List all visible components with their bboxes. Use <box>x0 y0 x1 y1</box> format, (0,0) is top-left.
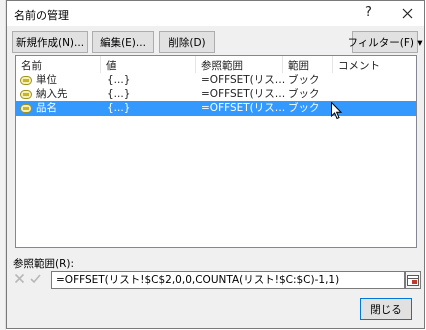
row-refers-to: =OFFSET(リス… <box>201 102 286 114</box>
refers-to-label: 参照範囲(R): <box>13 258 75 270</box>
dialog-title: 名前の管理 <box>14 9 69 22</box>
check-icon <box>30 274 41 284</box>
refers-to-input[interactable]: =OFFSET(リスト!$C$2,0,0,COUNTA(リスト!$C:$C)-1… <box>51 271 405 289</box>
row-refers-to: =OFFSET(リス… <box>201 88 286 100</box>
row-name: 納入先 <box>36 88 68 100</box>
column-header-name[interactable]: 名前 <box>16 56 101 73</box>
named-range-icon <box>20 76 32 85</box>
column-header-comment[interactable]: コメント <box>333 56 416 73</box>
filter-button[interactable]: フィルター(F) ▾ <box>347 31 423 53</box>
row-scope: ブック <box>288 74 320 86</box>
row-scope: ブック <box>288 102 320 114</box>
list-row[interactable]: 納入先 {...} =OFFSET(リス… ブック <box>16 87 416 102</box>
names-list[interactable]: 名前 値 参照範囲 範囲 コメント 単位 {...} =OFFSET(リス… ブ… <box>15 55 417 248</box>
close-icon <box>402 8 412 18</box>
row-value: {...} <box>107 74 131 86</box>
named-range-icon <box>20 104 32 113</box>
column-header-refers-to[interactable]: 参照範囲 <box>196 56 283 73</box>
cancel-edit-button[interactable] <box>12 271 27 286</box>
list-row[interactable]: 単位 {...} =OFFSET(リス… ブック <box>16 73 416 88</box>
mouse-pointer-icon <box>331 102 343 120</box>
delete-button[interactable]: 削除(D) <box>159 31 215 53</box>
cancel-x-icon <box>14 273 25 284</box>
row-name: 品名 <box>36 102 57 114</box>
named-range-icon <box>20 90 32 99</box>
edit-button[interactable]: 編集(E)... <box>92 31 154 53</box>
confirm-edit-button[interactable] <box>28 271 43 286</box>
list-row-selected[interactable]: 品名 {...} =OFFSET(リス… ブック <box>16 101 416 116</box>
collapse-dialog-button[interactable] <box>405 271 421 289</box>
help-button[interactable]: ? <box>365 5 372 20</box>
close-button[interactable]: 閉じる <box>360 298 412 320</box>
close-window-button[interactable] <box>393 3 421 23</box>
title-bar: 名前の管理 ? <box>7 1 424 26</box>
row-refers-to: =OFFSET(リス… <box>201 74 286 86</box>
column-header-value[interactable]: 値 <box>101 56 196 73</box>
column-header-scope[interactable]: 範囲 <box>283 56 333 73</box>
range-select-icon <box>407 274 419 286</box>
row-name: 単位 <box>36 74 57 86</box>
new-button[interactable]: 新規作成(N)... <box>12 31 88 53</box>
row-scope: ブック <box>288 88 320 100</box>
name-manager-dialog: 名前の管理 ? 新規作成(N)... 編集(E)... 削除(D) フィルター(… <box>6 0 425 329</box>
row-value: {...} <box>107 88 131 100</box>
row-value: {...} <box>107 102 131 114</box>
